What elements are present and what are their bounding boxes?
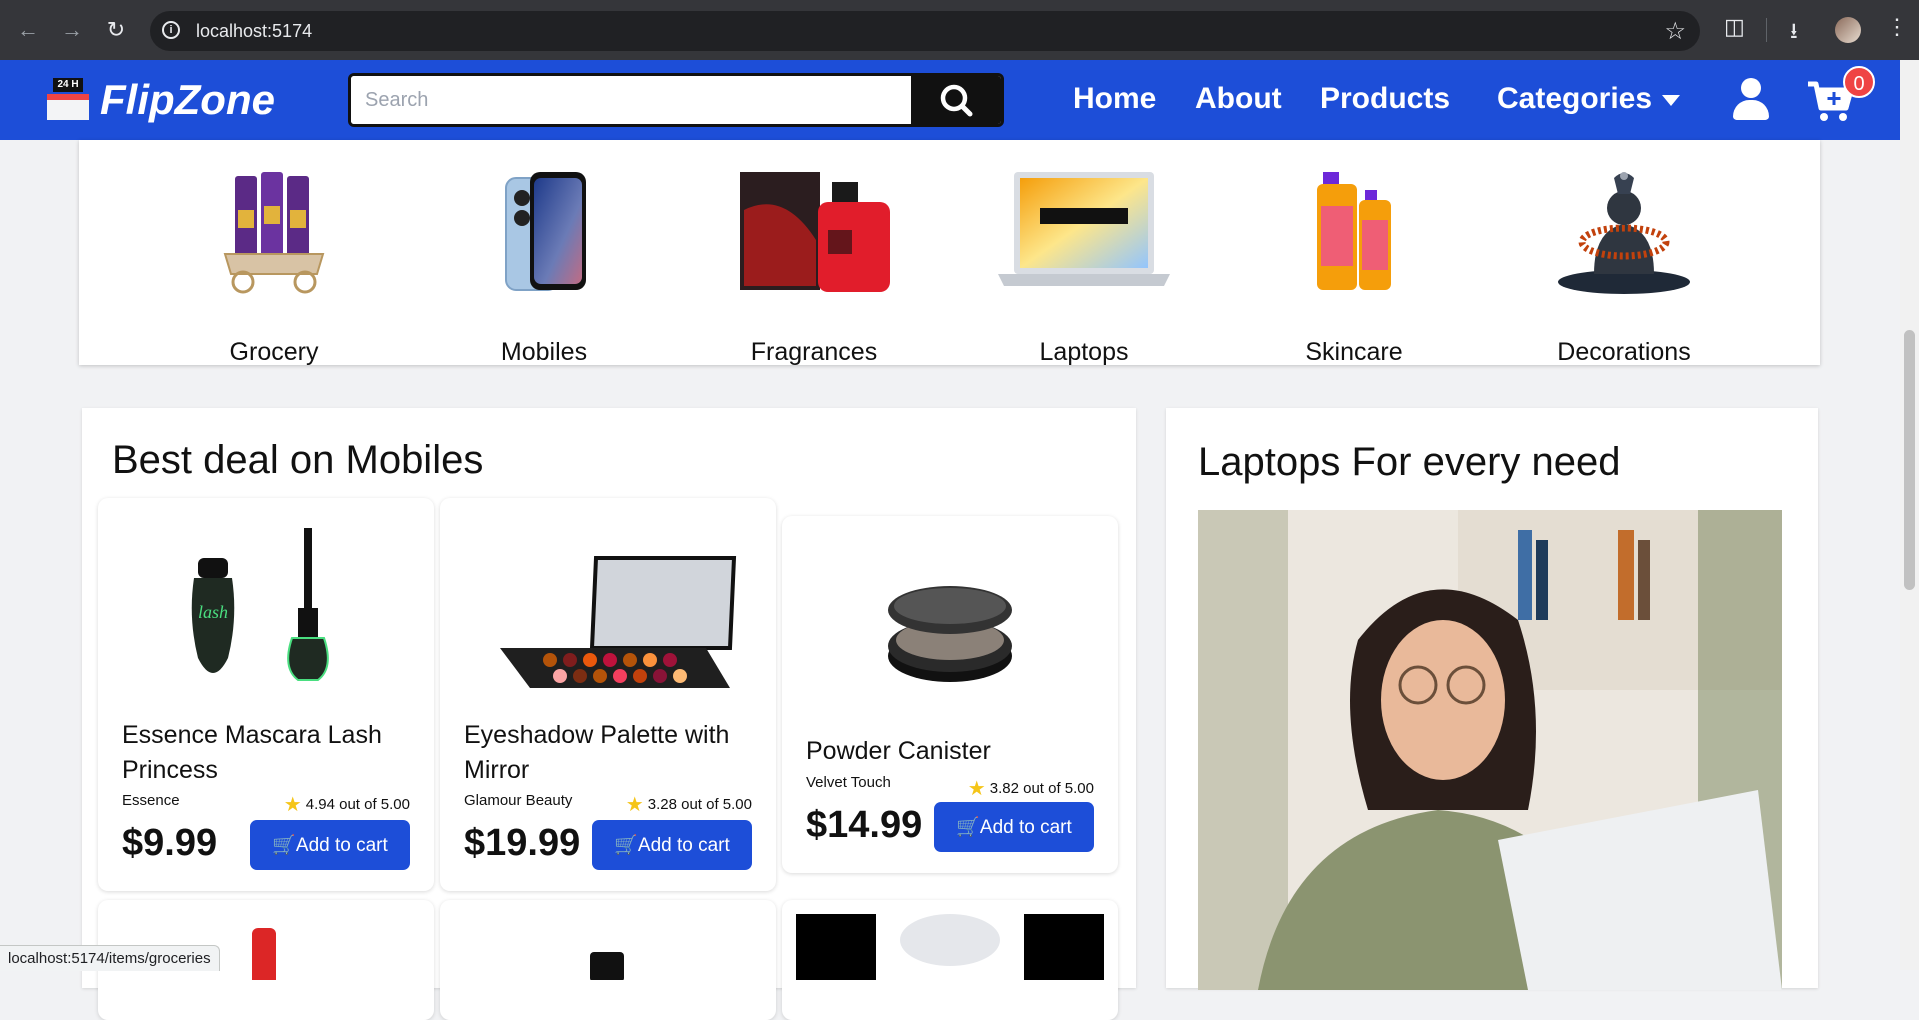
product-card[interactable] [782,900,1118,1020]
cleanser-bottles-image [1317,172,1391,290]
address-url[interactable]: localhost:5174 [196,21,312,42]
search-icon [940,84,973,117]
product-brand: Velvet Touch [806,774,891,791]
powder-canister-image [888,586,1012,682]
category-item-fragrances[interactable]: Fragrances [714,170,914,366]
add-to-cart-label: Add to cart [637,835,730,856]
category-item-skincare[interactable]: Skincare [1254,170,1454,366]
site-info-icon[interactable]: i [162,21,180,39]
scrollbar-thumb[interactable] [1904,330,1915,590]
woman-with-laptop-photo [1198,510,1782,990]
nail-polish-image [590,952,624,982]
nav-categories[interactable]: Categories [1497,82,1681,116]
category-label: Grocery [229,338,319,366]
category-label: Fragrances [750,338,878,366]
profile-avatar[interactable] [1835,17,1861,43]
logo-sign: 24 H [53,78,83,92]
product-rating: ★ 3.28 out of 5.00 [626,792,752,817]
chocolate-cart-image [223,172,325,294]
menu-kebab-icon[interactable]: ⋮ [1886,14,1908,40]
user-icon[interactable] [1731,78,1771,122]
star-icon: ★ [625,794,644,816]
laptops-section: Laptops For every need [1166,408,1818,990]
cart-icon: 🛒 [956,817,980,838]
status-bar-url: localhost:5174/items/groceries [0,945,220,971]
product-name[interactable]: Eyeshadow Palette with Mirror [464,718,754,788]
product-price: $14.99 [806,804,923,846]
product-brand: Glamour Beauty [464,792,573,809]
eyeshadow-palette-image [500,556,737,688]
svg-text:lash: lash [198,602,228,622]
category-label: Mobiles [500,338,588,366]
rating-text: 4.94 out of 5.00 [305,796,410,813]
download-icon[interactable]: ⭳ [1790,14,1798,52]
cart-count-badge[interactable]: 0 [1843,66,1875,98]
laptop-image [998,172,1170,286]
product-card[interactable]: Eyeshadow Palette with Mirror Glamour Be… [440,498,776,891]
cart-icon: 🛒 [272,835,296,856]
star-icon: ★ [283,794,302,816]
rating-text: 3.82 out of 5.00 [989,780,1094,797]
category-item-mobiles[interactable]: Mobiles [444,170,644,366]
search-input[interactable] [351,76,939,124]
address-bar[interactable]: i localhost:5174 ☆ [150,11,1700,51]
toolbar-divider [1766,18,1767,42]
statue-image [1558,172,1690,294]
cart-icon: 🛒 [614,835,638,856]
add-to-cart-button[interactable]: 🛒Add to cart [250,820,410,870]
add-to-cart-button[interactable]: 🛒Add to cart [592,820,752,870]
user-body-shape [1733,100,1769,120]
best-deals-section: Best deal on Mobiles lash Essence Mascar… [82,408,1136,1020]
phone-image [505,172,586,291]
nav-products[interactable]: Products [1320,82,1450,116]
reload-icon[interactable]: ↻ [102,16,130,44]
category-label: Skincare [1305,338,1403,366]
product-name[interactable]: Essence Mascara Lash Princess [122,718,412,788]
extensions-icon[interactable]: ◫ [1724,14,1745,40]
product-name[interactable]: Powder Canister [806,734,1096,769]
back-icon[interactable]: ← [14,16,42,44]
nav-categories-label: Categories [1497,82,1653,115]
chevron-down-icon [1662,94,1681,106]
star-icon: ★ [967,778,986,800]
section-title: Best deal on Mobiles [112,438,484,482]
perfume-image [740,172,890,292]
store-logo-icon[interactable]: 24 H [45,78,91,122]
page-scrollbar[interactable] [1900,60,1919,970]
browser-toolbar: ← → ↻ i localhost:5174 ☆ ◫ ⭳ ⋮ [0,0,1919,60]
add-to-cart-label: Add to cart [295,835,388,856]
category-item-decorations[interactable]: Decorations [1524,170,1724,366]
category-item-laptops[interactable]: Laptops [984,170,1184,366]
search-button[interactable] [911,76,1001,124]
category-label: Decorations [1557,338,1691,366]
product-price: $19.99 [464,822,581,864]
forward-icon[interactable]: → [58,16,86,44]
section-title: Laptops For every need [1198,440,1621,484]
add-to-cart-button[interactable]: 🛒Add to cart [934,802,1094,852]
nav-home[interactable]: Home [1073,82,1156,116]
laptop-promo-image[interactable] [1198,510,1782,990]
product-card[interactable]: lash Essence Mascara Lash Princess Essen… [98,498,434,891]
product-rating: ★ 3.82 out of 5.00 [968,776,1094,801]
product-rating: ★ 4.94 out of 5.00 [284,792,410,817]
product-card[interactable] [440,900,776,1020]
add-to-cart-label: Add to cart [979,817,1072,838]
search-bar [348,73,1004,127]
mascara-image: lash [191,528,329,681]
user-head-shape [1741,78,1761,98]
product-card[interactable]: Powder Canister Velvet Touch ★ 3.82 out o… [782,516,1118,873]
bookmark-star-icon[interactable]: ☆ [1664,17,1686,46]
category-label: Laptops [1039,338,1129,366]
perfume-bottle-image [796,914,1104,980]
site-header: 24 H FlipZone Home About Products Catego… [0,60,1900,140]
product-brand: Essence [122,792,180,809]
category-strip: Grocery Mobiles Fragrances Laptops Skinc… [79,140,1820,366]
nav-about[interactable]: About [1195,82,1282,116]
logo-shop-shape [47,94,89,120]
product-price: $9.99 [122,822,218,864]
category-item-grocery[interactable]: Grocery [174,170,374,366]
rating-text: 3.28 out of 5.00 [647,796,752,813]
logo-text[interactable]: FlipZone [100,76,275,124]
